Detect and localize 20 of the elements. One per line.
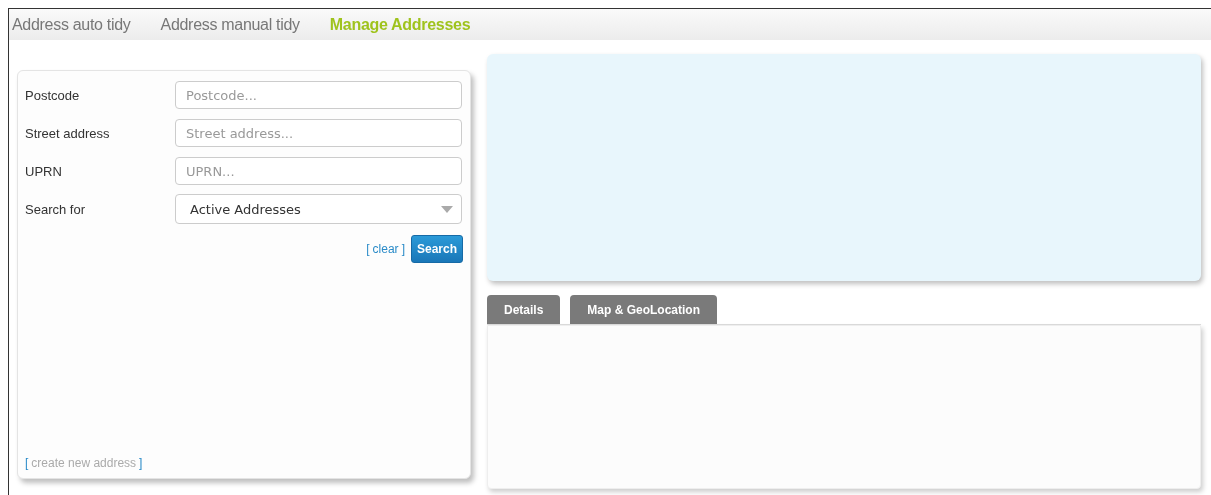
field-label: Street address	[25, 125, 111, 141]
input-field[interactable]: Postcode...	[175, 81, 462, 109]
select-field[interactable]: Active Addresses	[175, 194, 462, 224]
bracket: [	[25, 456, 29, 470]
bracket: ]	[401, 242, 405, 256]
field-label: Search for	[25, 201, 86, 217]
clear-link[interactable]: clear	[372, 242, 399, 256]
input-field[interactable]: Street address...	[175, 119, 462, 147]
tab[interactable]: Details	[487, 295, 561, 324]
bracket: ]	[139, 456, 143, 470]
create-address-link[interactable]: create new address	[31, 456, 137, 470]
caret-icon	[441, 205, 453, 213]
nav-tab[interactable]: Address manual tidy	[160, 15, 300, 34]
bracket: [	[366, 242, 370, 256]
nav-tab[interactable]: Address auto tidy	[12, 15, 131, 34]
field-label: UPRN	[25, 163, 63, 179]
tab[interactable]: Map & GeoLocation	[570, 295, 718, 324]
input-field[interactable]: UPRN...	[175, 157, 462, 185]
search-button[interactable]: Search	[410, 235, 463, 263]
field-label: Postcode	[25, 87, 81, 103]
